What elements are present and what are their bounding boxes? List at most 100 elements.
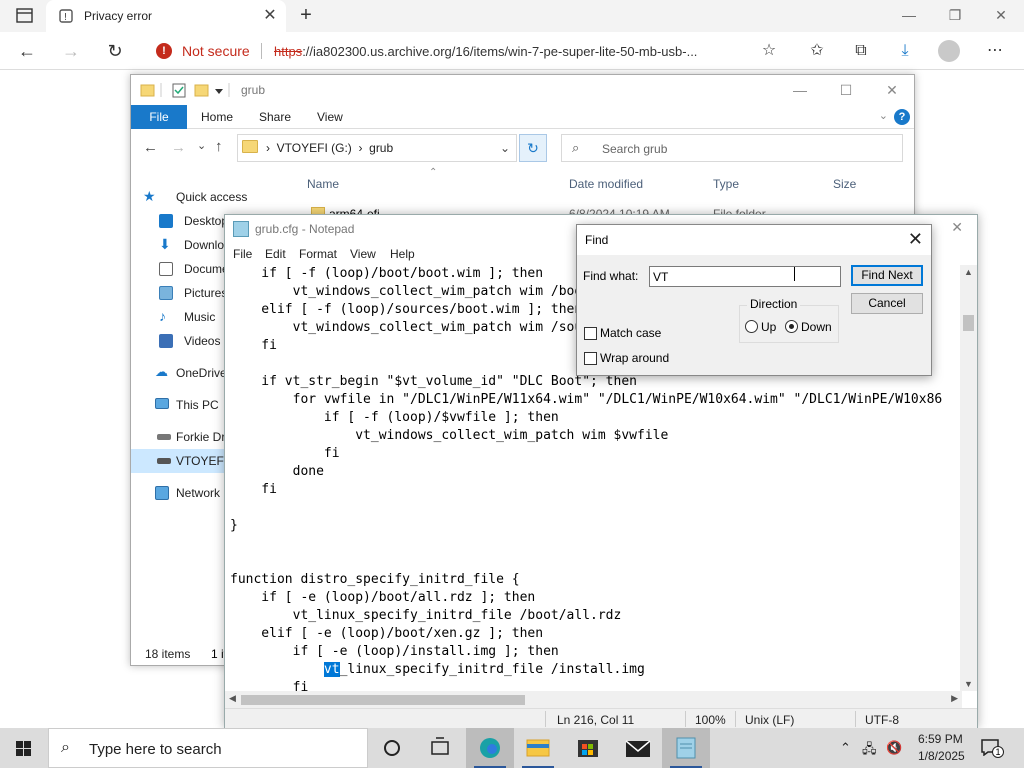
nav-item-pictures[interactable]: Pictures bbox=[131, 281, 231, 305]
find-next-button[interactable]: Find Next bbox=[851, 265, 923, 286]
ribbon-tabs: File Home Share View ⌄ ? bbox=[131, 105, 914, 129]
menu-help[interactable]: Help bbox=[390, 247, 415, 261]
explorer-refresh-icon[interactable]: ↻ bbox=[519, 134, 547, 162]
nav-item-network[interactable]: Network bbox=[131, 481, 231, 505]
show-hidden-icons-icon[interactable]: ⌃ bbox=[840, 740, 851, 756]
mail-taskbar-icon[interactable] bbox=[614, 728, 662, 768]
close-icon[interactable]: ✕ bbox=[978, 0, 1024, 32]
network-tray-icon[interactable]: 🖧 bbox=[862, 740, 877, 762]
file-explorer-taskbar-icon[interactable] bbox=[514, 728, 562, 768]
nav-item-this-pc[interactable]: This PC bbox=[131, 393, 231, 417]
wrap-around-checkbox[interactable] bbox=[584, 352, 597, 365]
recent-locations-icon[interactable]: ⌄ bbox=[197, 139, 206, 152]
favorites-icon[interactable]: ✩ bbox=[804, 38, 830, 64]
url-text[interactable]: https://ia802300.us.archive.org/16/items… bbox=[274, 44, 744, 59]
find-what-input[interactable] bbox=[649, 266, 841, 287]
scroll-right-icon[interactable]: ▶ bbox=[951, 693, 958, 704]
nav-item-forkie-drive[interactable]: Forkie Dri bbox=[131, 425, 231, 449]
help-icon[interactable]: ? bbox=[894, 109, 910, 125]
column-date-modified[interactable]: Date modified bbox=[569, 177, 643, 191]
match-case-label[interactable]: Match case bbox=[600, 326, 661, 340]
horizontal-scrollbar[interactable]: ◀ ▶ bbox=[225, 691, 962, 708]
back-icon[interactable]: ← bbox=[14, 38, 40, 64]
column-name[interactable]: Name bbox=[307, 177, 339, 191]
vertical-scroll-thumb[interactable] bbox=[963, 315, 974, 331]
menu-format[interactable]: Format bbox=[299, 247, 337, 261]
direction-down-radio[interactable] bbox=[785, 320, 798, 333]
column-size[interactable]: Size bbox=[833, 177, 856, 191]
ribbon-tab-view[interactable]: View bbox=[317, 105, 343, 129]
match-case-checkbox[interactable] bbox=[584, 327, 597, 340]
scroll-down-icon[interactable]: ▼ bbox=[964, 679, 973, 689]
clock-time[interactable]: 6:59 PM bbox=[918, 732, 963, 746]
collections-icon[interactable]: ⧉ bbox=[848, 38, 874, 64]
tab-actions-icon[interactable] bbox=[8, 4, 40, 28]
explorer-minimize-icon[interactable]: — bbox=[777, 75, 823, 107]
new-tab-icon[interactable]: + bbox=[294, 4, 318, 28]
explorer-maximize-icon[interactable]: ☐ bbox=[823, 75, 869, 107]
cortana-icon[interactable] bbox=[368, 728, 416, 768]
menu-file[interactable]: File bbox=[233, 247, 252, 261]
browser-tab[interactable]: ! Privacy error ✕ bbox=[46, 0, 286, 32]
menu-view[interactable]: View bbox=[350, 247, 376, 261]
find-close-icon[interactable]: ✕ bbox=[908, 229, 923, 250]
explorer-back-icon[interactable]: ← bbox=[143, 139, 158, 156]
url-field[interactable]: ! Not secure https://ia802300.us.archive… bbox=[146, 36, 746, 66]
nav-item-desktop[interactable]: Desktop bbox=[131, 209, 231, 233]
menu-edit[interactable]: Edit bbox=[265, 247, 286, 261]
vertical-scrollbar[interactable]: ▲ ▼ bbox=[960, 265, 977, 691]
not-secure-label[interactable]: Not secure bbox=[182, 43, 250, 59]
scroll-up-icon[interactable]: ▲ bbox=[964, 267, 973, 277]
profile-icon[interactable] bbox=[938, 40, 960, 62]
restore-icon[interactable]: ❐ bbox=[932, 0, 978, 32]
cancel-button[interactable]: Cancel bbox=[851, 293, 923, 314]
up-icon[interactable]: ↑ bbox=[215, 138, 223, 155]
task-view-icon[interactable] bbox=[416, 728, 464, 768]
nav-item-vtoyefi[interactable]: VTOYEFI ( bbox=[131, 449, 234, 473]
path-dropdown-icon[interactable]: ⌄ bbox=[500, 141, 510, 155]
quick-access-toolbar-icon[interactable] bbox=[139, 81, 235, 99]
column-type[interactable]: Type bbox=[713, 177, 739, 191]
videos-icon bbox=[159, 334, 173, 348]
path-drive[interactable]: VTOYEFI (G:) bbox=[277, 141, 352, 155]
nav-item-music[interactable]: ♪ Music bbox=[131, 305, 231, 329]
path-bar[interactable]: › VTOYEFI (G:) › grub ⌄ bbox=[237, 134, 517, 162]
forward-icon[interactable]: → bbox=[58, 38, 84, 64]
notepad-taskbar-icon[interactable] bbox=[662, 728, 710, 768]
nav-item-onedrive[interactable]: ☁ OneDrive bbox=[131, 361, 231, 385]
explorer-close-icon[interactable]: ✕ bbox=[869, 75, 915, 107]
nav-item-downloads[interactable]: ⬇ Downlo bbox=[131, 233, 231, 257]
action-center-icon[interactable]: 1 bbox=[980, 738, 1004, 758]
tab-close-icon[interactable]: ✕ bbox=[260, 6, 280, 26]
volume-muted-icon[interactable]: 🔇 bbox=[886, 740, 902, 756]
taskbar-search-input[interactable]: ⌕ Type here to search bbox=[48, 728, 368, 768]
ribbon-expand-icon[interactable]: ⌄ bbox=[879, 109, 888, 122]
nav-item-documents[interactable]: Docume bbox=[131, 257, 231, 281]
direction-down-label[interactable]: Down bbox=[801, 320, 832, 334]
refresh-icon[interactable]: ↻ bbox=[102, 38, 128, 64]
notepad-close-icon[interactable]: ✕ bbox=[951, 219, 963, 236]
scroll-left-icon[interactable]: ◀ bbox=[229, 693, 236, 704]
explorer-forward-icon[interactable]: → bbox=[171, 139, 186, 156]
edge-taskbar-icon[interactable] bbox=[466, 728, 514, 768]
clock-date[interactable]: 1/8/2025 bbox=[918, 749, 965, 763]
path-folder[interactable]: grub bbox=[369, 141, 393, 155]
store-taskbar-icon[interactable] bbox=[564, 728, 612, 768]
ribbon-tab-file[interactable]: File bbox=[131, 105, 187, 129]
nav-item-videos[interactable]: Videos bbox=[131, 329, 231, 353]
ribbon-tab-share[interactable]: Share bbox=[259, 105, 291, 129]
more-icon[interactable]: ⋯ bbox=[982, 38, 1008, 64]
direction-up-label[interactable]: Up bbox=[761, 320, 776, 334]
code-line: fi bbox=[230, 446, 340, 461]
music-icon: ♪ bbox=[159, 308, 166, 324]
horizontal-scroll-thumb[interactable] bbox=[241, 695, 525, 705]
downloads-icon[interactable]: ⤓ bbox=[892, 38, 918, 64]
minimize-icon[interactable]: — bbox=[886, 0, 932, 32]
wrap-around-label[interactable]: Wrap around bbox=[600, 351, 669, 365]
ribbon-tab-home[interactable]: Home bbox=[201, 105, 233, 129]
start-button[interactable] bbox=[0, 728, 48, 768]
explorer-search-input[interactable]: ⌕ Search grub bbox=[561, 134, 903, 162]
add-favorite-icon[interactable]: ☆ bbox=[756, 38, 782, 64]
nav-item-quick-access[interactable]: ★ Quick access bbox=[131, 185, 247, 209]
direction-up-radio[interactable] bbox=[745, 320, 758, 333]
